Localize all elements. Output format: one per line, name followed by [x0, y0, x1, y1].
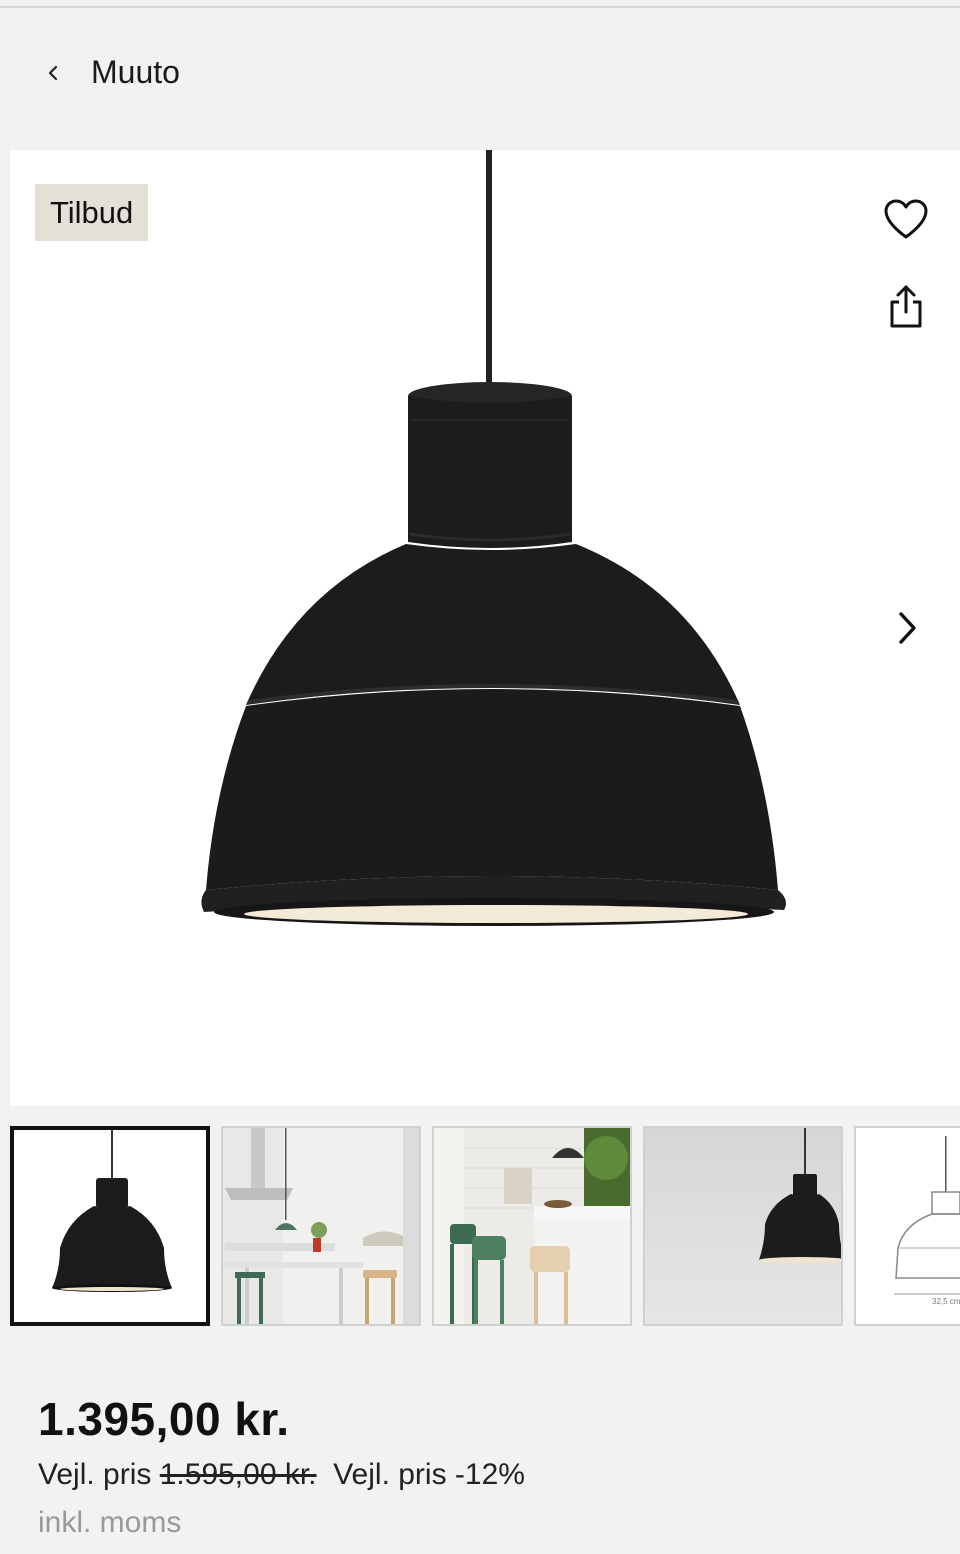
recommended-price-line: Vejl. pris 1.595,00 kr. Vejl. pris -12% [38, 1458, 525, 1492]
product-image-gallery[interactable]: Tilbud [10, 150, 960, 1106]
vat-note: inkl. moms [38, 1506, 182, 1539]
svg-text:32,5 cm: 32,5 cm [932, 1297, 960, 1306]
product-image [201, 150, 786, 926]
chevron-right-icon [899, 612, 916, 644]
thumbnail-barstool-scene[interactable] [432, 1126, 632, 1326]
share-icon [890, 285, 922, 328]
back-button[interactable] [40, 56, 66, 90]
thumbnail-lamp-grey[interactable] [643, 1126, 843, 1326]
chevron-left-icon [48, 65, 58, 81]
thumbnail-lamp-product[interactable] [10, 1126, 210, 1326]
current-price: 1.395,00 kr. [38, 1393, 290, 1445]
favorite-button[interactable] [883, 198, 929, 242]
share-button[interactable] [887, 284, 925, 330]
sale-badge: Tilbud [35, 184, 149, 241]
rrp-label: Vejl. pris [38, 1458, 152, 1491]
top-divider [0, 6, 960, 8]
header: Muuto [0, 40, 960, 106]
thumbnail-strip: 32,5 cm [10, 1126, 960, 1328]
next-image-button[interactable] [890, 606, 924, 650]
brand-link[interactable]: Muuto [91, 54, 180, 91]
thumbnail-lamp-dimensions[interactable]: 32,5 cm [854, 1126, 960, 1326]
thumbnail-kitchen-scene[interactable] [221, 1126, 421, 1326]
discount-label: Vejl. pris -12% [333, 1458, 525, 1491]
heart-icon [884, 199, 928, 239]
rrp-old-price: 1.595,00 kr. [159, 1458, 317, 1491]
